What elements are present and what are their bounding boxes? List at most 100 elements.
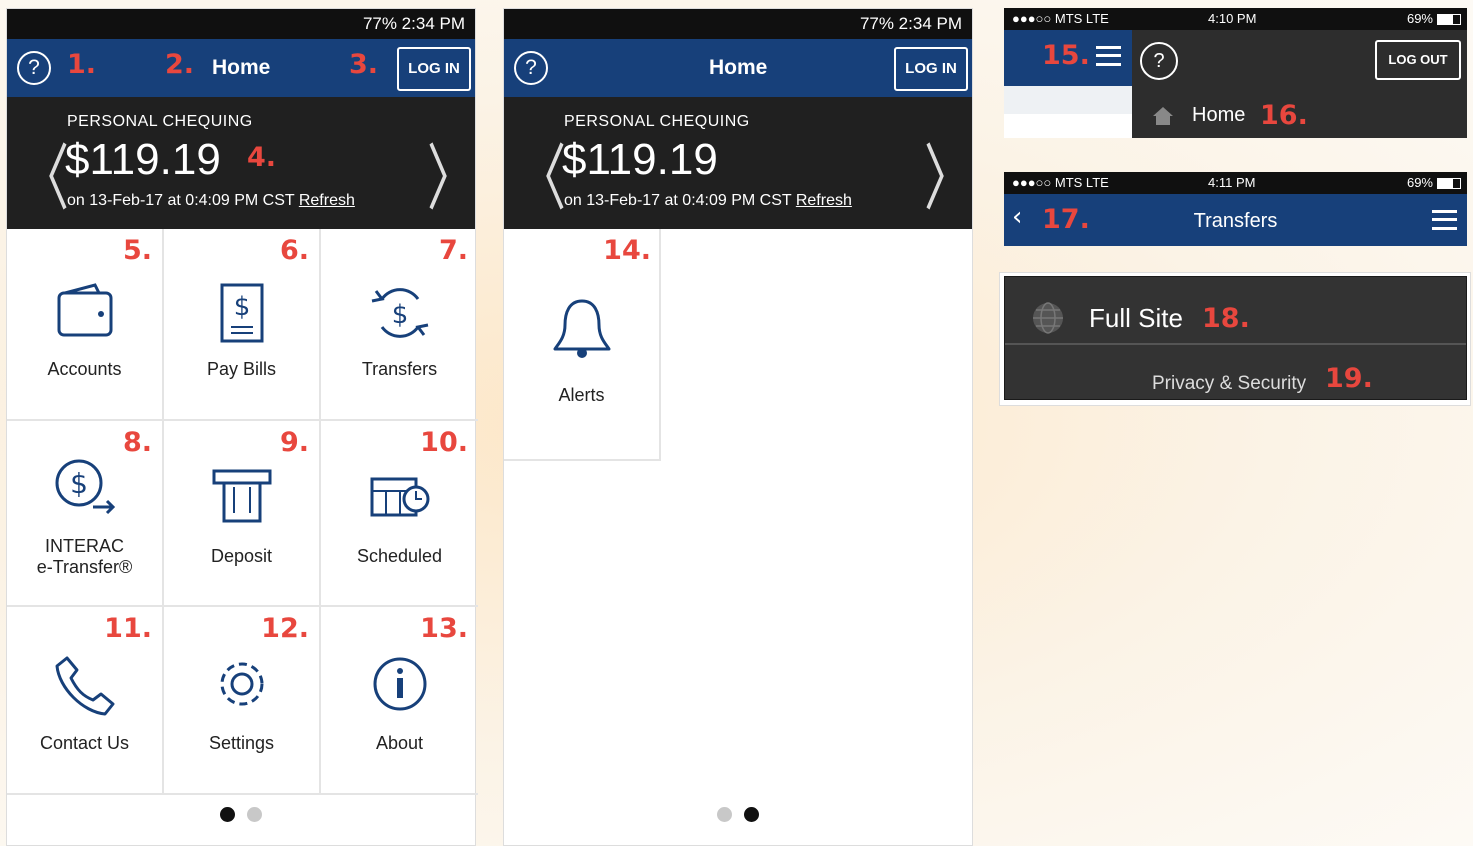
page-title: Home (709, 56, 768, 79)
transfer-icon: $ (371, 288, 428, 338)
annotation-18: 18. (1202, 303, 1250, 334)
account-name: PERSONAL CHEQUING (67, 113, 253, 130)
annotation-10: 10. (420, 427, 468, 458)
info-icon (373, 657, 426, 711)
chevron-left-icon[interactable]: 〈 (21, 120, 69, 225)
phone-icon (55, 656, 114, 716)
calendar-clock-icon (370, 477, 429, 517)
ios-menu-panel: ●●●○○ MTS LTE 4:10 PM 69% 15. ? LOG OUT … (1004, 8, 1467, 138)
status-text: 77% 2:34 PM (362, 14, 465, 33)
chevron-right-icon[interactable]: 〉 (427, 120, 475, 225)
annotation-8: 8. (122, 427, 152, 458)
tile-label: Deposit (210, 546, 273, 566)
bell-icon (553, 299, 610, 358)
carrier-text: ●●●○○ MTS LTE (1012, 11, 1109, 26)
timestamp-text: on 13-Feb-17 at 0:4:09 PM CST (67, 192, 295, 209)
etransfer-icon: $ (55, 459, 115, 515)
hamburger-menu-icon[interactable] (1096, 46, 1121, 66)
tile-about[interactable]: 13. About (321, 607, 478, 795)
help-button[interactable]: ? (514, 51, 548, 85)
status-bar: 77% 2:34 PM (7, 9, 475, 39)
battery-icon (1437, 14, 1461, 25)
annotation-19: 19. (1325, 363, 1373, 394)
globe-icon (1033, 302, 1063, 334)
login-button[interactable]: LOG IN (397, 47, 471, 91)
annotation-16: 16. (1260, 100, 1308, 131)
tile-settings[interactable]: 12. Settings (164, 607, 321, 795)
account-timestamp: on 13-Feb-17 at 0:4:09 PM CST Refresh (67, 192, 355, 210)
battery-text: 69% (1406, 11, 1433, 26)
tile-transfers[interactable]: 7. $ Transfers (321, 229, 478, 421)
tile-label: Transfers (361, 359, 438, 379)
status-text: 77% 2:34 PM (859, 14, 962, 33)
chevron-right-icon[interactable]: 〉 (924, 120, 972, 225)
battery-text: 69% (1406, 175, 1433, 190)
tile-deposit[interactable]: 9. Deposit (164, 421, 321, 607)
account-name: PERSONAL CHEQUING (564, 113, 750, 130)
clock-text: 4:10 PM (1208, 11, 1257, 26)
tile-accounts[interactable]: 5. Accounts (7, 229, 164, 421)
page-dot[interactable] (247, 807, 262, 822)
ios-transfers-header: ●●●○○ MTS LTE 4:11 PM 69% ‹ 17. Transfer… (1004, 172, 1467, 246)
battery-icon (1437, 178, 1461, 189)
tile-label: Scheduled (356, 546, 443, 566)
tile-label-line1: INTERAC (44, 536, 124, 556)
menu-toggle-area: 15. (1004, 30, 1132, 86)
phone-home-page1: 77% 2:34 PM ? 1. 2. Home 3. LOG IN 〈 PER… (6, 8, 478, 846)
annotation-4: 4. (247, 142, 277, 173)
annotation-9: 9. (279, 427, 309, 458)
tile-contact-us[interactable]: 11. Contact Us (7, 607, 164, 795)
home-icon (1153, 107, 1173, 125)
account-carousel: 〈 PERSONAL CHEQUING $119.19 on 13-Feb-17… (504, 97, 972, 229)
account-balance: $119.19 (562, 135, 718, 184)
annotation-12: 12. (261, 613, 309, 644)
wallet-icon (57, 283, 112, 337)
gear-icon (220, 662, 263, 706)
page-dot-active[interactable] (220, 807, 235, 822)
annotation-15: 15. (1042, 40, 1090, 71)
atm-deposit-icon (212, 469, 271, 523)
menu-item-privacy-security[interactable]: Privacy & Security (1152, 373, 1306, 395)
tile-alerts[interactable]: 14. Alerts (504, 229, 661, 461)
annotation-7: 7. (438, 235, 468, 266)
help-button[interactable]: ? (17, 51, 51, 85)
carrier-text: ●●●○○ MTS LTE (1012, 175, 1109, 190)
page-title: Transfers (1193, 210, 1278, 232)
tile-label: Settings (208, 733, 275, 753)
page-indicator (504, 807, 972, 827)
annotation-11: 11. (104, 613, 152, 644)
bill-icon: $ (220, 283, 263, 343)
tile-label-line2: e-Transfer® (36, 557, 133, 577)
ios-status-bar: ●●●○○ MTS LTE 4:10 PM 69% (1004, 8, 1467, 30)
tile-label: About (375, 733, 424, 753)
phone-home-page2: 77% 2:34 PM ? Home LOG IN 〈 PERSONAL CHE… (503, 8, 973, 846)
annotation-1: 1. (67, 49, 97, 80)
help-button[interactable]: ? (1140, 42, 1178, 80)
menu-item-home[interactable]: Home (1192, 104, 1245, 127)
status-bar: 77% 2:34 PM (504, 9, 972, 39)
tile-label: Accounts (47, 359, 122, 379)
side-panel (1004, 86, 1132, 138)
page-indicator (7, 807, 475, 827)
chevron-left-icon[interactable]: 〈 (518, 120, 566, 225)
svg-text:$: $ (391, 300, 408, 330)
footer-menu-panel: Full Site 18. Privacy & Security 19. (1004, 276, 1467, 400)
account-balance: $119.19 (65, 135, 221, 184)
tile-label: Contact Us (39, 733, 130, 753)
svg-text:$: $ (70, 467, 88, 500)
login-button[interactable]: LOG IN (894, 47, 968, 91)
svg-text:$: $ (233, 292, 250, 322)
account-timestamp: on 13-Feb-17 at 0:4:09 PM CST Refresh (564, 192, 852, 210)
tile-interac-etransfer[interactable]: 8. $ INTERAC e-Transfer® (7, 421, 164, 607)
page-dot[interactable] (717, 807, 732, 822)
refresh-link[interactable]: Refresh (299, 192, 355, 209)
annotation-13: 13. (420, 613, 468, 644)
tile-scheduled[interactable]: 10. Scheduled (321, 421, 478, 607)
tile-pay-bills[interactable]: 6. $ Pay Bills (164, 229, 321, 421)
refresh-link[interactable]: Refresh (796, 192, 852, 209)
logout-button[interactable]: LOG OUT (1375, 40, 1461, 80)
annotation-5: 5. (122, 235, 152, 266)
menu-item-full-site[interactable]: Full Site (1089, 303, 1183, 334)
hamburger-menu-icon[interactable] (1432, 210, 1457, 230)
page-dot-active[interactable] (744, 807, 759, 822)
